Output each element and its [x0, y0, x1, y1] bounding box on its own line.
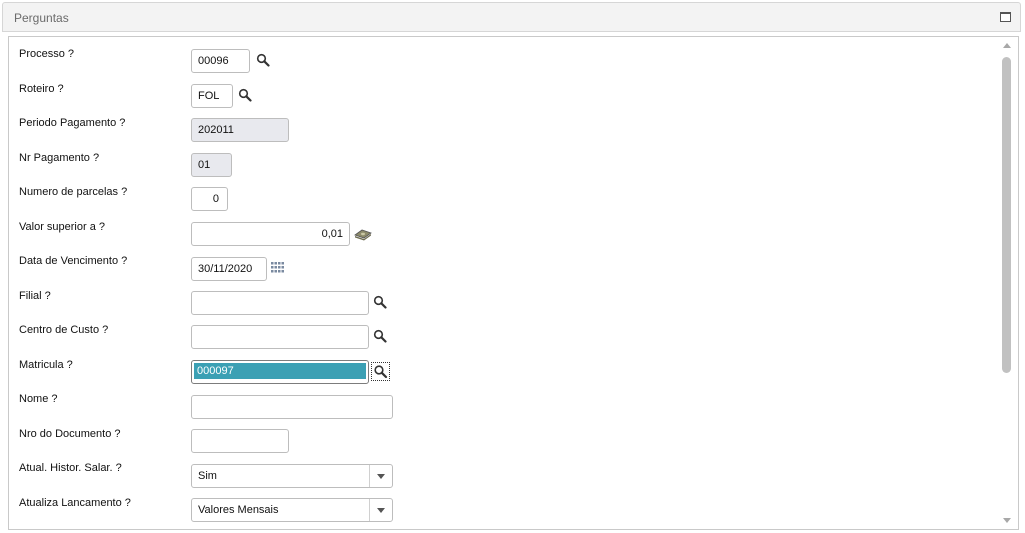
collapse-icon[interactable]: [1000, 12, 1011, 22]
periodo-pagamento-input: 202011: [191, 118, 289, 142]
scroll-down-arrow[interactable]: [1003, 518, 1011, 523]
processo-input[interactable]: 00096: [191, 49, 250, 73]
panel-title: Perguntas: [14, 11, 69, 25]
scroll-up-arrow[interactable]: [1003, 43, 1011, 48]
roteiro-label: Roteiro ?: [19, 83, 64, 95]
search-icon[interactable]: [373, 295, 387, 309]
panel-header: Perguntas: [2, 2, 1021, 32]
money-icon[interactable]: [353, 227, 373, 241]
chevron-down-icon[interactable]: [369, 499, 392, 521]
centro-custo-label: Centro de Custo ?: [19, 324, 109, 336]
search-icon[interactable]: [373, 329, 387, 343]
atualiza-lancamento-value: Valores Mensais: [198, 504, 279, 516]
search-icon[interactable]: [256, 53, 270, 67]
roteiro-input[interactable]: FOL: [191, 84, 233, 108]
search-icon[interactable]: [371, 362, 390, 381]
nr-pagamento-input: 01: [191, 153, 232, 177]
matricula-value: 000097: [194, 363, 366, 379]
valor-superior-label: Valor superior a ?: [19, 221, 106, 233]
matricula-input[interactable]: 000097: [191, 360, 369, 384]
atual-histor-salar-select[interactable]: Sim: [191, 464, 393, 488]
calendar-icon[interactable]: [271, 262, 287, 274]
periodo-pagamento-label: Periodo Pagamento ?: [19, 117, 126, 129]
atualiza-lancamento-label: Atualiza Lancamento ?: [19, 497, 131, 509]
nr-pagamento-label: Nr Pagamento ?: [19, 152, 100, 164]
nome-label: Nome ?: [19, 393, 58, 405]
centro-custo-input[interactable]: [191, 325, 369, 349]
questions-form: [8, 36, 1019, 530]
atualiza-lancamento-select[interactable]: Valores Mensais: [191, 498, 393, 522]
data-vencimento-label: Data de Vencimento ?: [19, 255, 128, 267]
chevron-down-icon[interactable]: [369, 465, 392, 487]
scroll-thumb[interactable]: [1002, 57, 1011, 373]
search-icon[interactable]: [238, 88, 252, 102]
atual-histor-salar-label: Atual. Histor. Salar. ?: [19, 462, 122, 474]
nome-input[interactable]: [191, 395, 393, 419]
valor-superior-input[interactable]: 0,01: [191, 222, 350, 246]
filial-label: Filial ?: [19, 290, 51, 302]
processo-label: Processo ?: [19, 48, 75, 60]
matricula-label: Matricula ?: [19, 359, 73, 371]
nro-documento-input[interactable]: [191, 429, 289, 453]
numero-parcelas-label: Numero de parcelas ?: [19, 186, 128, 198]
numero-parcelas-input[interactable]: 0: [191, 187, 228, 211]
data-vencimento-input[interactable]: 30/11/2020: [191, 257, 267, 281]
filial-input[interactable]: [191, 291, 369, 315]
atual-histor-salar-value: Sim: [198, 470, 217, 482]
vertical-scrollbar[interactable]: [1000, 37, 1015, 529]
nro-documento-label: Nro do Documento ?: [19, 428, 121, 440]
